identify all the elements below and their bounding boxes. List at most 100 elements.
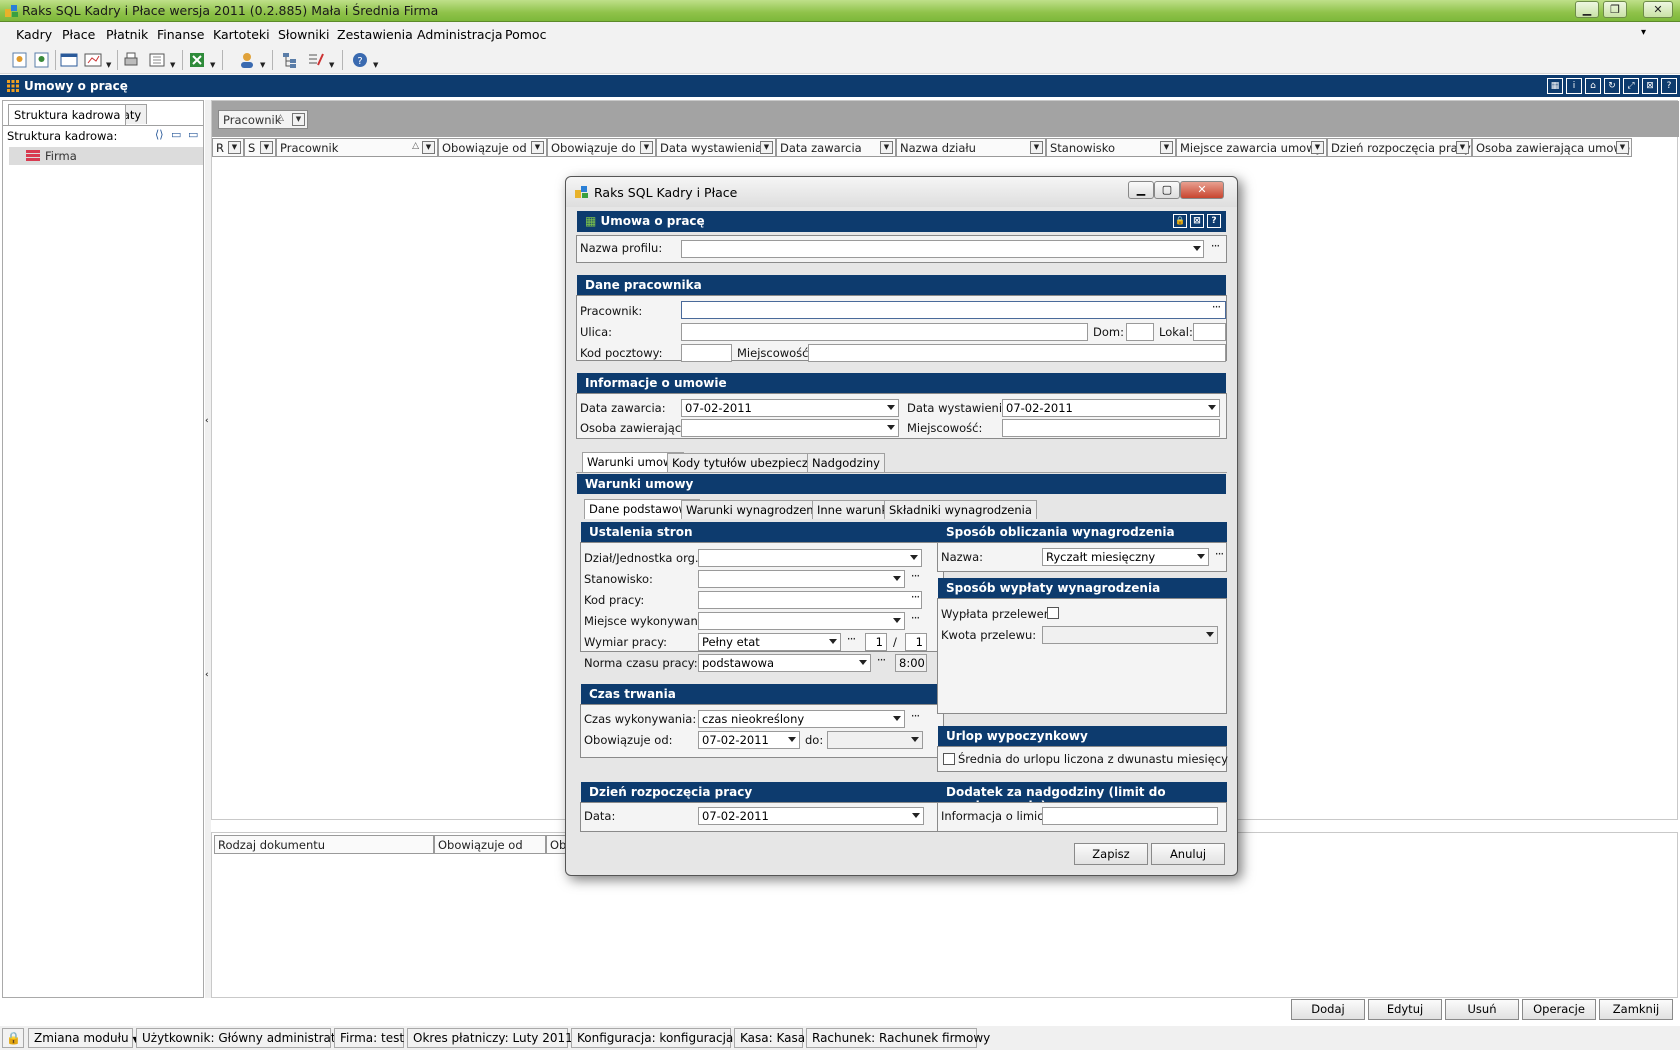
user-dropdown-icon[interactable]: ▼ — [260, 61, 265, 69]
minimize-button[interactable]: ▁ — [1575, 1, 1599, 18]
position-dropdown-icon[interactable] — [893, 576, 901, 581]
export-icon[interactable] — [148, 51, 166, 69]
add-button[interactable]: Dodaj — [1291, 999, 1365, 1020]
contracting-person-dropdown-icon[interactable] — [887, 425, 895, 430]
valid-to-dropdown-icon[interactable] — [911, 737, 919, 742]
tree-expand-icon[interactable]: ⟨⟩ — [155, 128, 164, 141]
menu-pomoc[interactable]: Pomoc — [505, 27, 546, 42]
dialog-maximize-button[interactable]: ▢ — [1154, 181, 1180, 199]
employee-card-icon[interactable] — [11, 51, 29, 69]
leave-average-checkbox[interactable] — [943, 753, 955, 765]
work-time-ellipsis-button[interactable]: ··· — [842, 633, 860, 651]
header-maximize-icon[interactable]: ⤢ — [1623, 78, 1639, 94]
restore-button[interactable]: ❐ — [1603, 1, 1627, 18]
transfer-amount-select[interactable] — [1042, 626, 1218, 644]
help-dropdown-icon[interactable]: ▼ — [373, 61, 378, 69]
menu-kadry[interactable]: Kadry — [16, 27, 52, 42]
subtab-skladniki-wynagrodzenia[interactable]: Składniki wynagrodzenia — [884, 500, 1037, 519]
tab-kody-tytulow[interactable]: Kody tytułów ubezpieczeń — [667, 453, 828, 472]
calc-name-select[interactable]: Ryczałt miesięczny — [1042, 548, 1209, 566]
column-header-nazwa-dzialu[interactable]: Nazwa działu ▼ — [896, 138, 1046, 157]
street-input[interactable] — [681, 323, 1088, 341]
close-module-button[interactable]: Zamknij — [1599, 999, 1673, 1020]
house-input[interactable] — [1126, 323, 1154, 341]
module-change-button[interactable]: Zmiana modułu ▼ — [28, 1028, 139, 1048]
issued-date-picker[interactable]: 07-02-2011 — [1002, 399, 1220, 417]
excel-dropdown-icon[interactable]: ▼ — [210, 61, 215, 69]
dialog-close-button[interactable]: ✕ — [1180, 181, 1224, 199]
tree-icon[interactable] — [281, 51, 299, 69]
transfer-amount-dropdown-icon[interactable] — [1206, 632, 1214, 637]
workplace-dropdown-icon[interactable] — [893, 618, 901, 623]
edit-list-icon[interactable] — [307, 51, 325, 69]
splitter-arrow-icon[interactable]: ‹ — [205, 670, 209, 680]
dept-dropdown-icon[interactable] — [910, 555, 918, 560]
cancel-button[interactable]: Anuluj — [1151, 843, 1225, 865]
transfer-checkbox[interactable] — [1047, 607, 1059, 619]
work-time-select[interactable]: Pełny etat — [698, 633, 841, 651]
menu-place[interactable]: Płace — [62, 27, 95, 42]
group-by-chip[interactable]: Pracownik △ ▼ — [218, 110, 308, 129]
close-button[interactable]: ✕ — [1643, 1, 1673, 18]
header-refresh-icon[interactable]: ↻ — [1604, 78, 1620, 94]
header-help-icon[interactable]: ? — [1661, 78, 1677, 94]
report-dropdown-icon[interactable]: ▼ — [106, 61, 111, 69]
column-header-obowiazuje-do[interactable]: Obowiązuje do ▼ — [547, 138, 656, 157]
employee-list-icon[interactable] — [33, 51, 51, 69]
report-icon[interactable] — [84, 51, 102, 69]
contract-city-input[interactable] — [1002, 419, 1220, 437]
norm-ellipsis-button[interactable]: ··· — [872, 654, 890, 672]
column-header-miejsce-zawarcia[interactable]: Miejsce zawarcia umowy ▼ — [1176, 138, 1327, 157]
menu-kartoteki[interactable]: Kartoteki — [213, 27, 270, 42]
calc-name-ellipsis-button[interactable]: ··· — [1210, 548, 1228, 566]
edit-list-dropdown-icon[interactable]: ▼ — [329, 61, 334, 69]
calc-name-dropdown-icon[interactable] — [1197, 554, 1205, 559]
column-header-s[interactable]: S ▼ — [244, 138, 276, 157]
operations-button[interactable]: Operacje — [1522, 999, 1596, 1020]
edit-button[interactable]: Edytuj — [1368, 999, 1442, 1020]
concluded-date-dropdown-icon[interactable] — [887, 405, 895, 410]
header-close-icon[interactable]: ⊠ — [1642, 78, 1658, 94]
delete-button[interactable]: Usuń — [1445, 999, 1519, 1020]
work-time-numerator[interactable]: 1 — [865, 633, 887, 651]
header-grid-icon[interactable]: ▦ — [1547, 78, 1563, 94]
menu-administracja[interactable]: Administracja — [417, 27, 503, 42]
tree-collapse-icon[interactable]: ▭ — [188, 128, 198, 141]
profile-dropdown-icon[interactable] — [1193, 246, 1201, 251]
menu-slowniki[interactable]: Słowniki — [278, 27, 329, 42]
column-header-dzien-rozpoczecia[interactable]: Dzień rozpoczęcia pracy ▼ — [1327, 138, 1472, 157]
column-header-stanowisko[interactable]: Stanowisko ▼ — [1046, 138, 1176, 157]
menu-overflow-icon[interactable]: ▾ — [1641, 27, 1646, 38]
valid-to-picker[interactable] — [827, 731, 923, 749]
work-time-denominator[interactable]: 1 — [905, 633, 927, 651]
export-dropdown-icon[interactable]: ▼ — [170, 61, 175, 69]
column-header-osoba-zawierajaca[interactable]: Osoba zawierająca umowę ▼ — [1472, 138, 1632, 157]
position-ellipsis-button[interactable]: ··· — [906, 570, 924, 588]
profile-ellipsis-button[interactable]: ··· — [1206, 240, 1224, 258]
workplace-select[interactable] — [698, 612, 905, 630]
tree-folder-icon[interactable]: ▭ — [171, 128, 181, 141]
save-button[interactable]: Zapisz — [1074, 843, 1148, 865]
user-icon[interactable] — [238, 51, 256, 69]
valid-from-dropdown-icon[interactable] — [788, 737, 796, 742]
subtab-warunki-wynagrodzenia[interactable]: Warunki wynagrodzenia — [681, 500, 829, 519]
dialog-lock-icon[interactable]: 🔒 — [1173, 214, 1187, 228]
dialog-minimize-button[interactable]: ▁ — [1128, 181, 1154, 199]
tab-struktura-kadrowa[interactable]: Struktura kadrowa — [8, 104, 127, 125]
lock-icon[interactable]: 🔒 — [2, 1028, 24, 1048]
job-code-input[interactable] — [698, 591, 922, 609]
work-time-dropdown-icon[interactable] — [829, 639, 837, 644]
concluded-date-picker[interactable]: 07-02-2011 — [681, 399, 899, 417]
column-header-pracownik[interactable]: Pracownik △ ▼ — [276, 138, 438, 157]
column-header-rodzaj-dokumentu[interactable]: Rodzaj dokumentu — [214, 835, 434, 854]
menu-platnik[interactable]: Płatnik — [106, 27, 148, 42]
limit-info-input[interactable] — [1042, 807, 1218, 825]
norm-dropdown-icon[interactable] — [859, 660, 867, 665]
period-ellipsis-button[interactable]: ··· — [906, 710, 924, 728]
start-date-dropdown-icon[interactable] — [912, 813, 920, 818]
menu-finanse[interactable]: Finanse — [157, 27, 204, 42]
issued-date-dropdown-icon[interactable] — [1208, 405, 1216, 410]
excel-icon[interactable] — [188, 51, 206, 69]
header-tree-icon[interactable]: ⌂ — [1585, 78, 1601, 94]
dialog-close-icon[interactable]: ⊠ — [1190, 214, 1204, 228]
